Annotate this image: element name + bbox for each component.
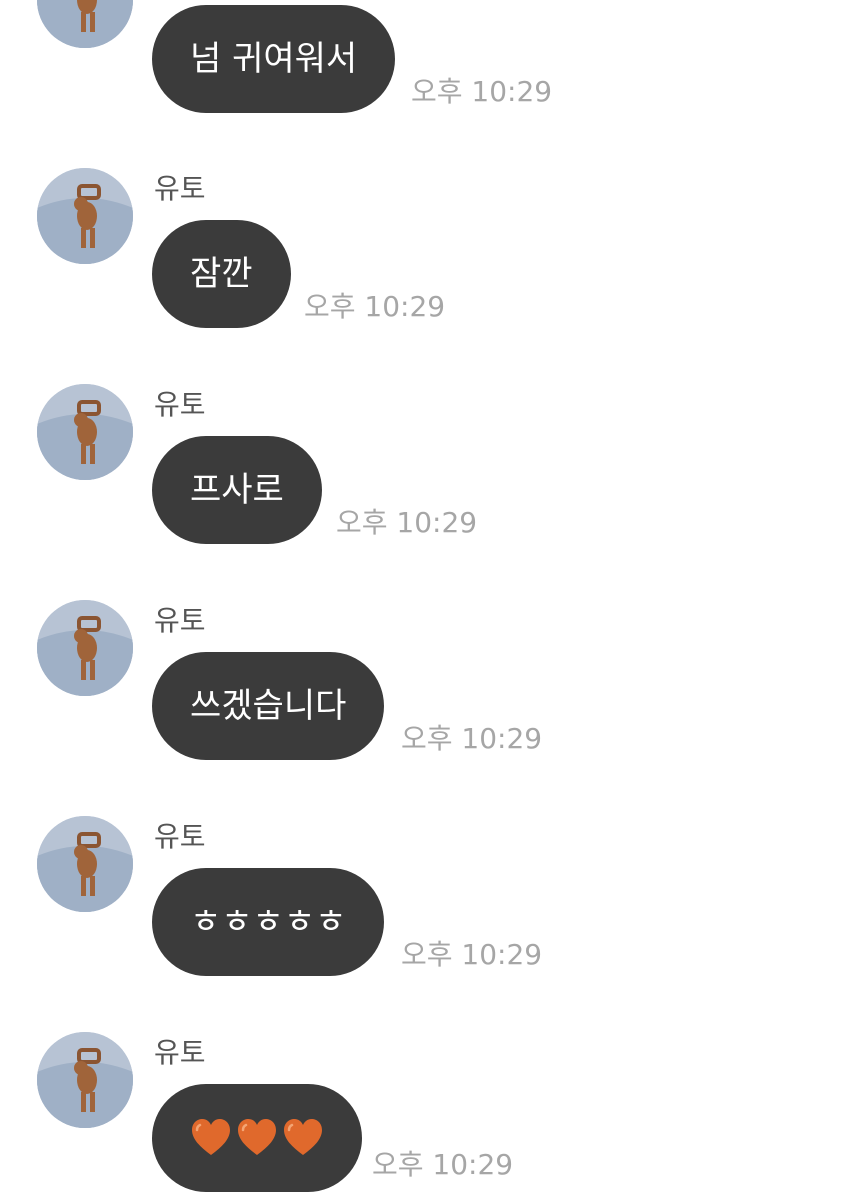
jerry-mouse-avatar-icon: [37, 816, 133, 912]
avatar[interactable]: [37, 1032, 133, 1128]
message-bubble[interactable]: ㅎㅎㅎㅎㅎ: [152, 868, 385, 976]
jerry-mouse-avatar-icon: [37, 168, 133, 264]
avatar[interactable]: [37, 168, 133, 264]
orange-heart-icon: [284, 1118, 322, 1155]
sender-name: 유토: [154, 1036, 206, 1069]
message-timestamp: 오후 10:29: [336, 506, 478, 539]
message-bubble[interactable]: 잠깐: [152, 220, 291, 328]
message-text: 넘 귀여워서: [190, 39, 358, 79]
orange-heart-icon: [238, 1118, 276, 1155]
jerry-mouse-avatar-icon: [37, 600, 133, 696]
sender-name: 유토: [154, 820, 206, 853]
orange-heart-icon: [192, 1118, 230, 1155]
sender-name: 유토: [154, 604, 206, 637]
message-timestamp: 오후 10:29: [401, 938, 543, 971]
sender-name: 유토: [154, 172, 206, 205]
avatar[interactable]: [37, 384, 133, 480]
emoji-group: [190, 1117, 324, 1157]
message-bubble[interactable]: 넘 귀여워서: [152, 5, 396, 113]
message-bubble[interactable]: 쓰겠습니다: [152, 652, 385, 760]
message-text: ㅎㅎㅎㅎㅎ: [190, 902, 347, 942]
message-bubble[interactable]: [152, 1084, 362, 1192]
jerry-mouse-avatar-icon: [37, 384, 133, 480]
jerry-mouse-avatar-icon: [37, 0, 133, 48]
chat-view: 넘 귀여워서 오후 10:29 유토 잠깐 오후 10:29 유토 프사로 오후…: [0, 0, 857, 1200]
message-timestamp: 오후 10:29: [372, 1148, 514, 1181]
message-timestamp: 오후 10:29: [401, 722, 543, 755]
message-text: 잠깐: [190, 254, 253, 294]
message-text: 프사로: [190, 470, 284, 510]
avatar[interactable]: [37, 600, 133, 696]
avatar[interactable]: [37, 816, 133, 912]
message-timestamp: 오후 10:29: [304, 290, 446, 323]
message-bubble[interactable]: 프사로: [152, 436, 322, 544]
sender-name: 유토: [154, 388, 206, 421]
message-timestamp: 오후 10:29: [411, 75, 553, 108]
avatar[interactable]: [37, 0, 133, 48]
message-text: 쓰겠습니다: [190, 686, 347, 726]
jerry-mouse-avatar-icon: [37, 1032, 133, 1128]
